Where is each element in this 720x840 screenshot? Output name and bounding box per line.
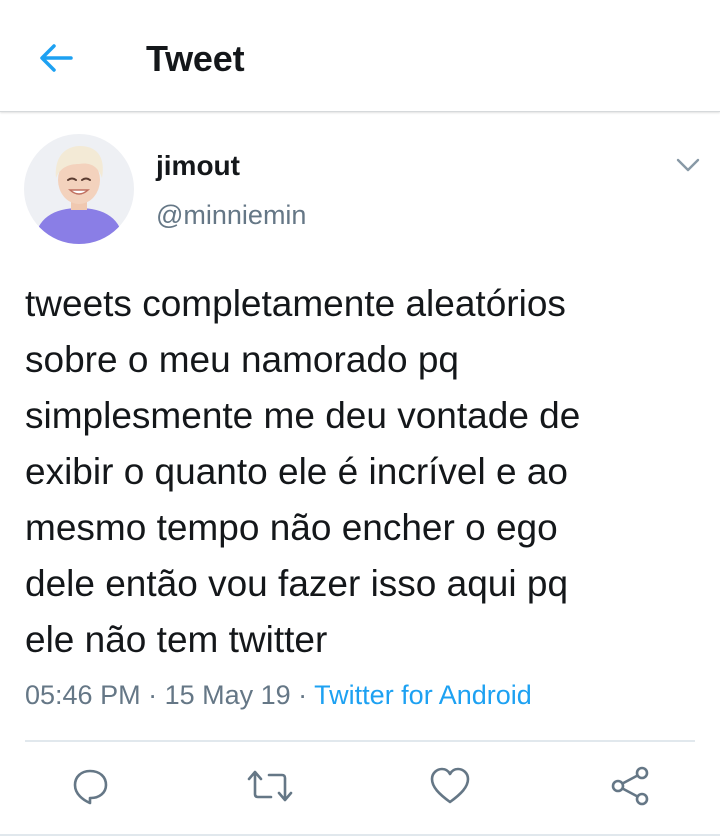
divider — [25, 740, 695, 742]
tweet-source-link[interactable]: Twitter for Android — [314, 680, 532, 710]
action-bar — [0, 762, 720, 818]
tweet-menu-button[interactable] — [672, 152, 704, 178]
meta-separator: · — [140, 680, 165, 710]
page-title: Tweet — [146, 38, 245, 79]
retweet-button[interactable] — [246, 762, 294, 810]
share-button[interactable] — [606, 762, 654, 810]
avatar[interactable] — [24, 134, 134, 244]
author-name[interactable]: jimout — [156, 150, 240, 182]
share-icon — [611, 766, 649, 806]
like-button[interactable] — [426, 762, 474, 810]
tweet-date: 15 May 19 — [164, 680, 291, 710]
bottom-divider — [0, 834, 720, 836]
author-handle[interactable]: @minniemin — [156, 200, 306, 231]
reply-button[interactable] — [66, 762, 114, 810]
back-button[interactable] — [34, 38, 78, 78]
tweet-meta: 05:46 PM · 15 May 19 · Twitter for Andro… — [25, 680, 532, 711]
top-bar: Tweet — [0, 0, 720, 112]
reply-icon — [73, 769, 108, 805]
heart-icon — [430, 767, 470, 804]
meta-separator: · — [290, 680, 315, 710]
arrow-left-icon — [40, 44, 73, 72]
chevron-down-icon — [676, 158, 700, 172]
retweet-icon — [247, 770, 293, 802]
tweet-text: tweets completamente aleatórios sobre o … — [25, 283, 581, 660]
tweet-time: 05:46 PM — [25, 680, 141, 710]
